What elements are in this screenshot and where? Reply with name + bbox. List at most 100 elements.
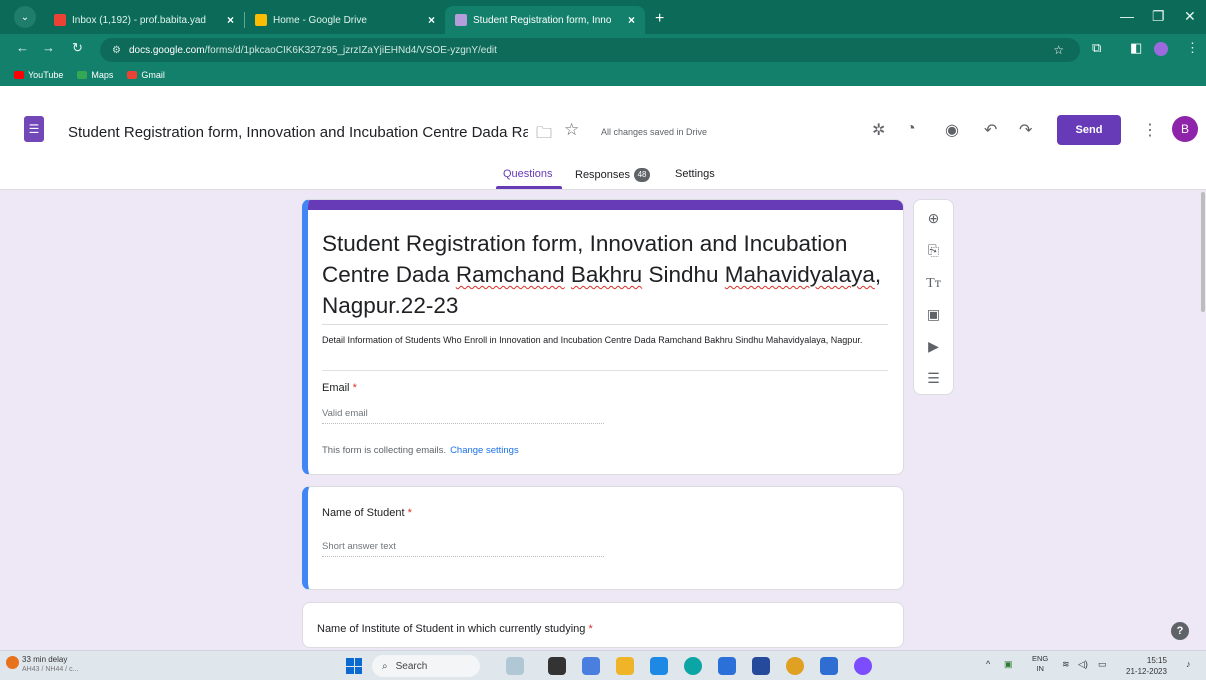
tab-settings[interactable]: Settings	[675, 168, 715, 180]
form-title-card[interactable]: Student Registration form, Innovation an…	[302, 199, 904, 475]
widgets-app-icon[interactable]	[506, 657, 524, 675]
start-windows-icon[interactable]	[346, 658, 362, 674]
question-title: Name of Student *	[322, 507, 412, 519]
battery-icon[interactable]: ▭	[1098, 659, 1107, 670]
back-icon[interactable]: ←	[16, 40, 29, 55]
avatar[interactable]: B	[1172, 116, 1198, 142]
question-title-text: Name of Student	[322, 507, 405, 519]
profile-icon[interactable]	[1154, 42, 1168, 56]
title-text: Sindhu	[642, 262, 725, 287]
bookmark-gmail[interactable]: Gmail	[127, 70, 165, 80]
redo-icon[interactable]: ↷	[1019, 120, 1032, 140]
form-title[interactable]: Student Registration form, Innovation an…	[322, 228, 892, 321]
notifications-bell-icon[interactable]: ♪	[1186, 659, 1191, 669]
bookmark-label: Maps	[91, 70, 114, 80]
tab-title: Student Registration form, Inno	[473, 14, 612, 26]
clock-time: 15:15	[1146, 656, 1167, 665]
maximize-icon[interactable]: ❐	[1152, 8, 1165, 25]
task-view-icon[interactable]	[548, 657, 566, 675]
forward-icon[interactable]: →	[42, 40, 55, 55]
extensions-icon[interactable]: ⧉	[1092, 40, 1101, 56]
show-hidden-icons-icon[interactable]: ^	[986, 659, 990, 669]
preview-eye-icon[interactable]: ◉	[945, 120, 959, 140]
import-questions-icon[interactable]: ⎘	[914, 242, 953, 259]
menu-icon[interactable]: ⋮	[1186, 40, 1199, 56]
forms-icon	[455, 14, 467, 26]
close-icon[interactable]: ×	[628, 13, 635, 27]
bookmarks-bar: YouTube Maps Gmail	[0, 64, 179, 86]
bookmark-label: YouTube	[28, 70, 64, 80]
question-title: Name of Institute of Student in which cu…	[317, 623, 593, 635]
bookmark-star-icon[interactable]: ☆	[1053, 43, 1064, 57]
traffic-widget[interactable]: 33 min delay AH43 / NH44 / c...	[6, 655, 78, 675]
change-settings-link[interactable]: Change settings	[450, 445, 519, 456]
active-tab-indicator	[496, 186, 562, 189]
tab-responses[interactable]: Responses 48	[575, 168, 651, 182]
form-description[interactable]: Detail Information of Students Who Enrol…	[322, 333, 892, 347]
scrollbar[interactable]	[1201, 192, 1205, 312]
chrome-icon[interactable]	[786, 657, 804, 675]
region-code: IN	[1036, 664, 1044, 673]
store-app-icon[interactable]	[650, 657, 668, 675]
system-clock[interactable]: 15:15 21-12-2023	[1126, 655, 1167, 677]
app-icon[interactable]	[752, 657, 770, 675]
window-close-icon[interactable]: ✕	[1184, 8, 1196, 25]
forms-logo-icon[interactable]: ☰	[24, 116, 44, 142]
traffic-title: 33 min delay	[22, 655, 68, 664]
send-button[interactable]: Send	[1057, 115, 1121, 145]
tab-responses-label: Responses	[575, 168, 631, 181]
add-image-icon[interactable]: ▣	[914, 306, 953, 323]
wifi-icon[interactable]: ≋	[1062, 659, 1070, 670]
tab-gmail[interactable]: Inbox (1,192) - prof.babita.yad ×	[44, 6, 244, 34]
reload-icon[interactable]: ↻	[72, 40, 83, 56]
word-icon[interactable]	[820, 657, 838, 675]
app-icon[interactable]	[718, 657, 736, 675]
language-indicator[interactable]: ENG IN	[1032, 654, 1048, 674]
question-card[interactable]: Name of Student * Short answer text	[302, 486, 904, 590]
add-video-icon[interactable]: ▶	[914, 338, 953, 355]
add-section-icon[interactable]: ☰	[914, 370, 953, 387]
tab-drive[interactable]: Home - Google Drive ×	[245, 6, 445, 34]
gmail-icon	[127, 71, 138, 79]
add-question-icon[interactable]: ⊕	[914, 210, 953, 227]
divider	[322, 324, 888, 325]
file-explorer-icon[interactable]	[616, 657, 634, 675]
customize-theme-icon[interactable]: ◔	[906, 120, 916, 138]
email-field: Valid email	[322, 408, 604, 424]
maps-icon	[77, 71, 88, 79]
star-icon[interactable]: ☆	[564, 120, 579, 140]
windows-taskbar: 33 min delay AH43 / NH44 / c... ⌕ Search …	[0, 650, 1206, 680]
required-asterisk: *	[352, 382, 357, 394]
new-tab-icon[interactable]: +	[655, 10, 664, 28]
bookmark-youtube[interactable]: YouTube	[14, 70, 63, 80]
short-answer-field: Short answer text	[322, 541, 604, 557]
taskbar-search[interactable]: ⌕ Search	[372, 655, 480, 677]
save-status: All changes saved in Drive	[601, 127, 708, 137]
chat-app-icon[interactable]	[582, 657, 600, 675]
tab-forms[interactable]: Student Registration form, Inno ×	[445, 6, 645, 34]
minimize-icon[interactable]: —	[1120, 8, 1134, 24]
edge-browser-icon[interactable]	[684, 657, 702, 675]
add-ons-icon[interactable]: ✲	[872, 120, 885, 140]
bookmark-maps[interactable]: Maps	[77, 70, 113, 80]
tab-search-icon[interactable]: ⌄	[14, 6, 36, 28]
undo-icon[interactable]: ↶	[984, 120, 997, 140]
close-icon[interactable]: ×	[428, 13, 435, 27]
document-title[interactable]: Student Registration form, Innovation an…	[68, 124, 528, 141]
help-icon[interactable]: ?	[1171, 622, 1189, 640]
move-folder-icon[interactable]: 🗀	[536, 122, 552, 149]
gmail-icon	[54, 14, 66, 26]
close-icon[interactable]: ×	[227, 13, 234, 27]
side-panel-icon[interactable]: ◧	[1130, 40, 1142, 56]
volume-icon[interactable]: ◁)	[1078, 659, 1088, 670]
site-settings-icon[interactable]: ⚙	[112, 45, 121, 56]
chrome-profile-icon[interactable]	[854, 657, 872, 675]
question-card[interactable]: Name of Institute of Student in which cu…	[302, 602, 904, 648]
address-bar[interactable]: ⚙ docs.google.com /forms/d/1pkcaoCIK6K32…	[100, 38, 1080, 62]
tab-questions[interactable]: Questions	[503, 168, 553, 180]
more-options-icon[interactable]: ⋮	[1142, 120, 1158, 140]
language-code: ENG	[1032, 654, 1049, 663]
tray-app-icon[interactable]: ▣	[1004, 659, 1013, 670]
collecting-text: This form is collecting emails.	[322, 445, 447, 456]
add-title-icon[interactable]: Tт	[914, 276, 953, 292]
